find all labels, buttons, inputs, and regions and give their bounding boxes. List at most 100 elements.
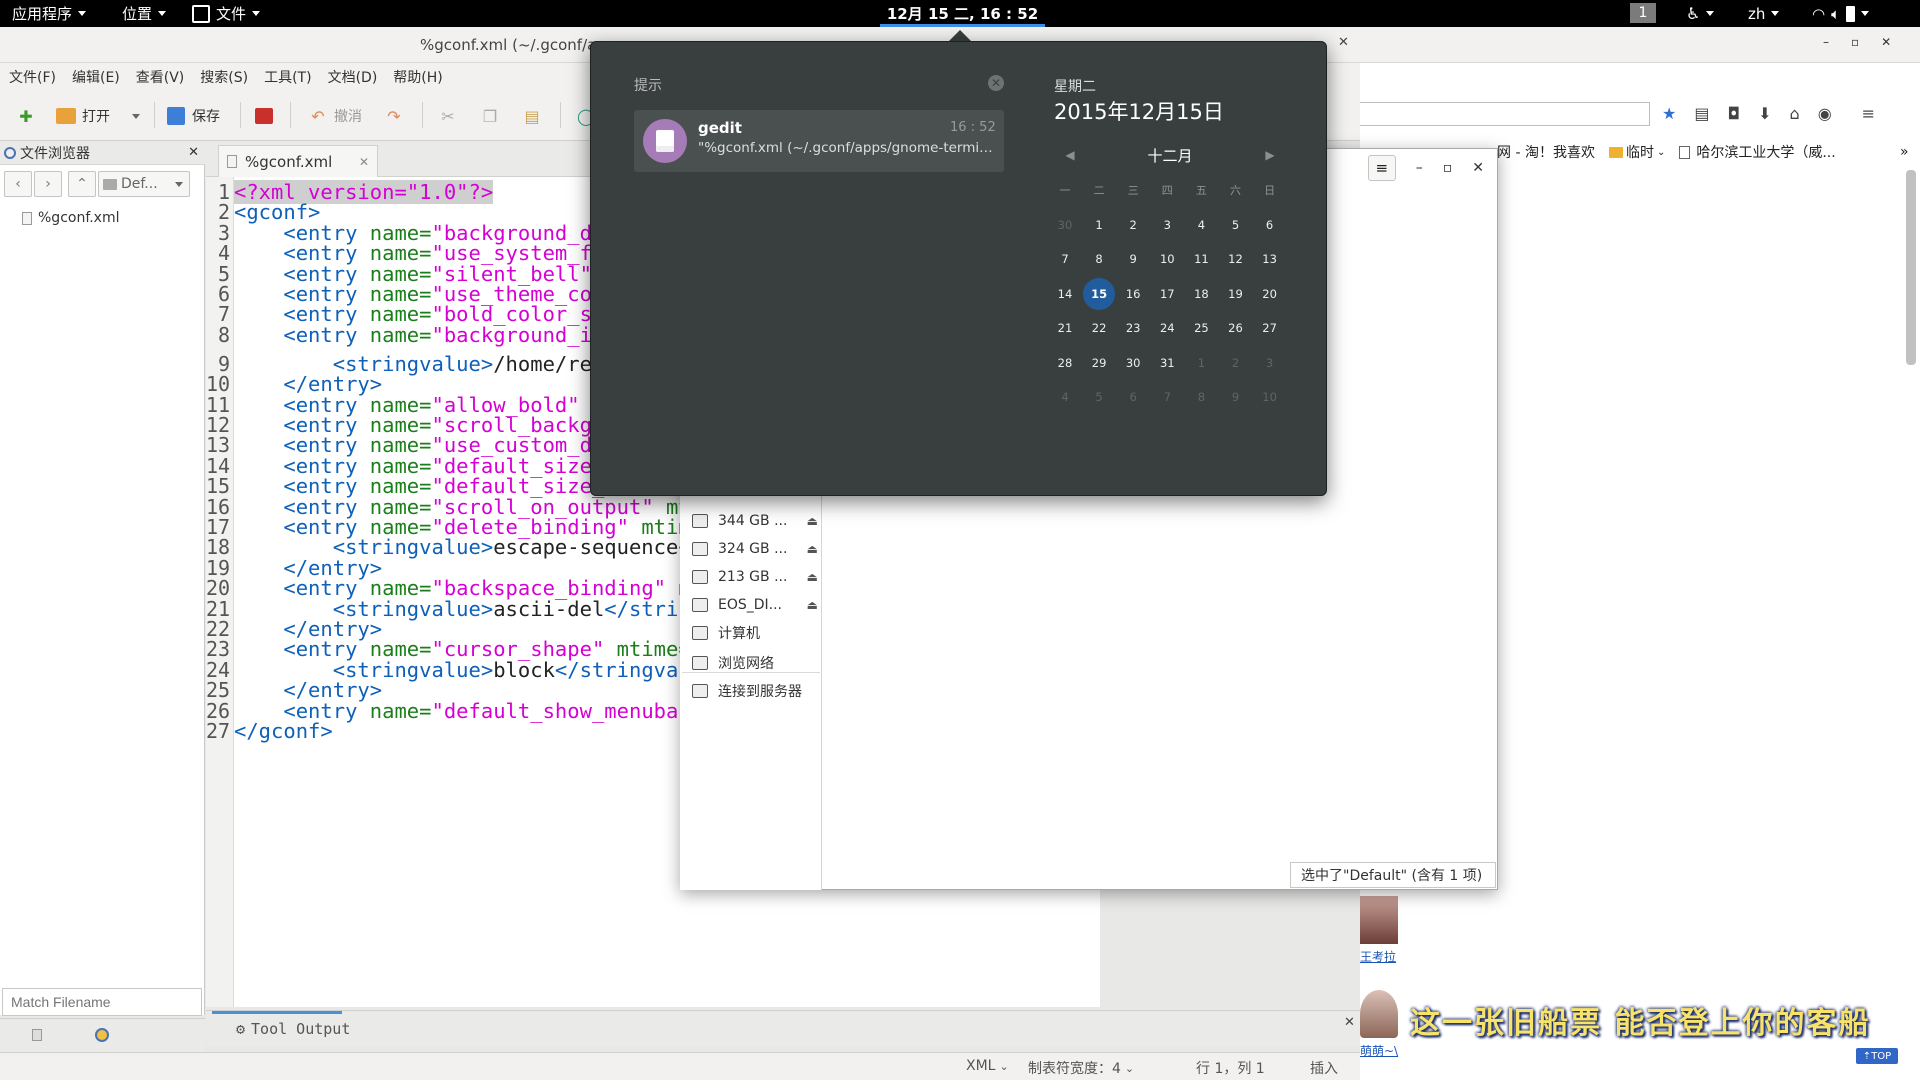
up-button[interactable]: ⌃ xyxy=(68,171,96,197)
calendar-day[interactable]: 7 xyxy=(1049,243,1081,275)
calendar-day[interactable]: 14 xyxy=(1049,278,1081,310)
calendar-day-other-month[interactable]: 5 xyxy=(1083,381,1115,413)
minimize-icon[interactable]: – xyxy=(1823,35,1829,49)
bookmark-item[interactable]: 哈尔滨工业大学（威... xyxy=(1679,142,1836,162)
menu-help[interactable]: 帮助(H) xyxy=(393,67,442,87)
redo-button[interactable]: ↷ xyxy=(384,104,404,128)
menu-search[interactable]: 搜索(S) xyxy=(200,67,248,87)
save-button[interactable]: 保存 xyxy=(166,104,220,128)
chevron-right-icon[interactable]: » xyxy=(1900,144,1909,160)
calendar-day[interactable]: 3 xyxy=(1151,209,1183,241)
bookmark-item[interactable]: 网 - 淘！我喜欢 xyxy=(1497,142,1595,162)
calendar-day[interactable]: 24 xyxy=(1151,312,1183,344)
calendar-day-other-month[interactable]: 4 xyxy=(1049,381,1081,413)
home-icon[interactable]: ⌂ xyxy=(1790,104,1800,123)
maximize-icon[interactable]: ▫ xyxy=(1443,160,1453,176)
file-tree-item[interactable]: %gconf.xml xyxy=(22,210,120,226)
calendar-day-other-month[interactable]: 6 xyxy=(1117,381,1149,413)
close-icon[interactable]: ✕ xyxy=(1472,160,1484,176)
document-tab[interactable]: %gconf.xml ✕ xyxy=(218,145,378,177)
tool-output-tab[interactable]: ⚙ Tool Output xyxy=(236,1020,350,1038)
paste-button[interactable]: ▤ xyxy=(522,104,542,128)
calendar-day[interactable]: 18 xyxy=(1185,278,1217,310)
calendar-day[interactable]: 25 xyxy=(1185,312,1217,344)
calendar-day[interactable]: 4 xyxy=(1185,209,1217,241)
accessibility-menu[interactable]: ♿ xyxy=(1686,0,1715,27)
calendar-day[interactable]: 23 xyxy=(1117,312,1149,344)
minimize-icon[interactable]: – xyxy=(1416,160,1423,176)
calendar-day[interactable]: 2 xyxy=(1117,209,1149,241)
input-method-menu[interactable]: zh xyxy=(1748,0,1780,27)
close-icon[interactable]: ✕ xyxy=(1338,35,1349,50)
calendar-day[interactable]: 6 xyxy=(1254,209,1286,241)
dialog-menu-button[interactable]: ≡ xyxy=(1367,155,1396,181)
previous-month-icon[interactable]: ◀ xyxy=(1060,148,1080,162)
system-menu[interactable]: ◠ 🔈︎ xyxy=(1812,0,1870,27)
calendar-day-other-month[interactable]: 9 xyxy=(1220,381,1252,413)
bookmark-star-icon[interactable]: ★ xyxy=(1662,104,1676,123)
calendar-day-other-month[interactable]: 10 xyxy=(1254,381,1286,413)
calendar-day[interactable]: 10 xyxy=(1151,243,1183,275)
documents-tab-icon[interactable] xyxy=(32,1029,42,1041)
hamburger-menu-icon[interactable]: ≡ xyxy=(1862,104,1875,123)
menu-documents[interactable]: 文档(D) xyxy=(328,67,378,87)
next-month-icon[interactable]: ▶ xyxy=(1260,148,1280,162)
avatar[interactable] xyxy=(1360,896,1398,944)
close-icon[interactable]: ✕ xyxy=(1881,35,1891,49)
places-item[interactable]: 计算机 xyxy=(692,620,818,646)
places-item[interactable]: 324 GB ... ⏏ xyxy=(692,536,818,562)
calendar-day[interactable]: 30 xyxy=(1117,347,1149,379)
calendar-day[interactable]: 13 xyxy=(1254,243,1286,275)
user-link[interactable]: 王考拉 xyxy=(1360,948,1396,965)
menu-view[interactable]: 查看(V) xyxy=(136,67,185,87)
cut-button[interactable]: ✂ xyxy=(438,104,458,128)
calendar-day[interactable]: 8 xyxy=(1083,243,1115,275)
forward-button[interactable]: › xyxy=(34,171,62,197)
calendar-day[interactable]: 12 xyxy=(1220,243,1252,275)
calendar-day[interactable]: 31 xyxy=(1151,347,1183,379)
places-item[interactable]: 344 GB ... ⏏ xyxy=(692,508,818,534)
tab-width-selector[interactable]: 制表符宽度：4 ⌄ xyxy=(1028,1058,1134,1078)
eject-icon[interactable]: ⏏ xyxy=(807,570,818,584)
workspace-indicator[interactable]: 1 xyxy=(1630,3,1656,23)
calendar-day[interactable]: 27 xyxy=(1254,312,1286,344)
calendar-day-other-month[interactable]: 1 xyxy=(1185,347,1217,379)
avatar[interactable] xyxy=(1360,990,1398,1038)
places-item[interactable]: 连接到服务器 xyxy=(692,678,818,704)
eject-icon[interactable]: ⏏ xyxy=(807,542,818,556)
places-item[interactable]: EOS_DI... ⏏ xyxy=(692,592,818,618)
print-button[interactable] xyxy=(254,104,274,128)
menu-tools[interactable]: 工具(T) xyxy=(264,67,311,87)
browser-scrollbar[interactable] xyxy=(1906,170,1916,365)
maximize-icon[interactable]: ▫ xyxy=(1851,35,1859,49)
back-to-top-button[interactable]: ⇡ TOP xyxy=(1856,1048,1898,1064)
copy-button[interactable]: ❐ xyxy=(480,104,500,128)
calendar-day-other-month[interactable]: 3 xyxy=(1254,347,1286,379)
pocket-icon[interactable]: ◘ xyxy=(1727,104,1740,123)
calendar-day[interactable]: 5 xyxy=(1220,209,1252,241)
calendar-day[interactable]: 11 xyxy=(1185,243,1217,275)
calendar-day[interactable]: 16 xyxy=(1117,278,1149,310)
calendar-day[interactable]: 22 xyxy=(1083,312,1115,344)
calendar-day[interactable]: 26 xyxy=(1220,312,1252,344)
location-selector[interactable]: Def... xyxy=(98,171,190,197)
download-icon[interactable]: ⬇ xyxy=(1758,104,1771,123)
calendar-day[interactable]: 20 xyxy=(1254,278,1286,310)
open-button[interactable]: 打开 xyxy=(56,104,110,128)
calendar-day[interactable]: 21 xyxy=(1049,312,1081,344)
open-recent-dropdown[interactable] xyxy=(132,104,140,128)
calendar-day[interactable]: 9 xyxy=(1117,243,1149,275)
calendar-day-other-month[interactable]: 30 xyxy=(1049,209,1081,241)
files-app-menu[interactable]: 文件 xyxy=(192,0,261,27)
eject-icon[interactable]: ⏏ xyxy=(807,598,818,612)
reading-list-icon[interactable]: ▤ xyxy=(1694,104,1709,123)
browser-url-bar[interactable] xyxy=(1360,102,1650,126)
back-button[interactable]: ‹ xyxy=(4,171,32,197)
places-menu[interactable]: 位置 xyxy=(122,0,167,27)
calendar-day[interactable]: 19 xyxy=(1220,278,1252,310)
calendar-day-today[interactable]: 15 xyxy=(1083,277,1116,310)
calendar-day[interactable]: 29 xyxy=(1083,347,1115,379)
calendar-day-other-month[interactable]: 7 xyxy=(1151,381,1183,413)
user-link[interactable]: 萌萌~\ xyxy=(1360,1042,1398,1059)
clear-notifications-icon[interactable]: ✕ xyxy=(988,75,1004,91)
